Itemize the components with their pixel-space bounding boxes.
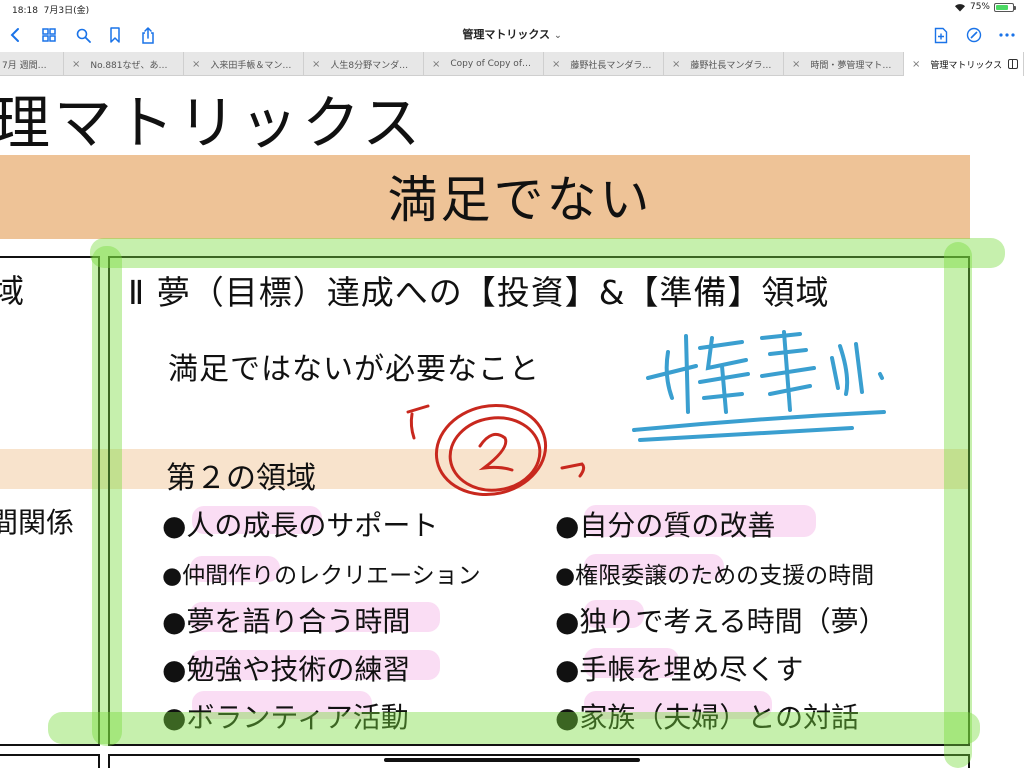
close-tab-icon[interactable]: ×	[312, 59, 320, 70]
tab-label: 入来田手帳＆マン…	[210, 60, 292, 71]
handwriting-layer	[406, 330, 886, 497]
tab-label: 藤野社長マンダラ…	[570, 60, 652, 71]
tab-label: 人生8分野マンダ…	[330, 60, 409, 71]
tab[interactable]: × 藤野社長マンダラ…	[544, 52, 664, 76]
add-page-icon[interactable]	[930, 24, 952, 46]
tab-label: 時間・夢管理マト…	[810, 60, 892, 71]
close-tab-icon[interactable]: ×	[432, 59, 440, 70]
toolbar: 管理マトリックス ⌄	[0, 18, 1024, 52]
tab-label: No.881なぜ、あ…	[90, 60, 168, 71]
tab[interactable]: × 人生8分野マンダ…	[304, 52, 424, 76]
bookmark-icon[interactable]	[104, 24, 126, 46]
close-tab-icon[interactable]: ×	[72, 59, 80, 70]
close-tab-icon[interactable]: ×	[912, 59, 920, 70]
wifi-icon	[954, 3, 965, 11]
split-view-icon[interactable]	[1008, 59, 1019, 69]
chevron-down-icon[interactable]: ⌄	[554, 31, 562, 41]
more-icon[interactable]	[996, 24, 1018, 46]
blue-handwritten-annotation	[632, 330, 886, 442]
document-page: 理マトリックス 満足でない 域 間関係 Ⅱ 夢（目標）達成への【投資】&【準備】…	[0, 76, 1024, 768]
status-date: 7月3日(金)	[43, 6, 90, 16]
home-indicator[interactable]	[384, 758, 640, 762]
close-tab-icon[interactable]: ×	[672, 59, 680, 70]
close-tab-icon[interactable]: ×	[552, 59, 560, 70]
search-icon[interactable]	[72, 24, 94, 46]
tab-label: 管理マトリックス	[930, 60, 1003, 71]
tab[interactable]: × 藤野社長マンダラ…	[664, 52, 784, 76]
tab[interactable]: × 時間・夢管理マト…	[784, 52, 904, 76]
pen-icon[interactable]	[963, 24, 985, 46]
battery-percent: 75%	[969, 2, 990, 12]
status-time: 18:18 7月3日(金)	[12, 6, 90, 16]
tab[interactable]: × Copy of Copy of…	[424, 52, 544, 76]
red-circled-two-annotation	[406, 403, 586, 497]
status-bar: 18:18 7月3日(金) 75%	[0, 0, 1024, 18]
tab-label: 藤野社長マンダラ…	[690, 60, 772, 71]
grid-icon[interactable]	[38, 24, 60, 46]
document-title[interactable]: 管理マトリックス	[462, 28, 550, 41]
battery-icon	[994, 2, 1016, 12]
tab[interactable]: × No.881なぜ、あ…	[64, 52, 184, 76]
tab-label: 7月 週間…	[2, 60, 47, 71]
share-icon[interactable]	[137, 24, 159, 46]
tab-active[interactable]: × 管理マトリックス	[904, 52, 1024, 76]
close-tab-icon[interactable]: ×	[192, 59, 200, 70]
back-chevron-icon[interactable]	[4, 24, 26, 46]
tab[interactable]: 7月 週間…	[0, 52, 64, 76]
tab-bar: 7月 週間… × No.881なぜ、あ… × 入来田手帳＆マン… × 人生8分野マンダ… × C…	[0, 52, 1024, 76]
tab-label: Copy of Copy of…	[450, 59, 531, 69]
tab[interactable]: × 入来田手帳＆マン…	[184, 52, 304, 76]
close-tab-icon[interactable]: ×	[792, 59, 800, 70]
